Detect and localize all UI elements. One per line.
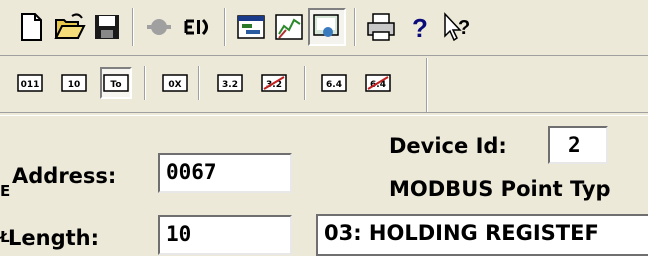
print-icon [367,13,395,41]
svg-text:?: ? [412,13,428,43]
device-id-label: Device Id: [389,134,507,158]
context-help-icon: ? [444,12,470,42]
address-field[interactable]: 0067 [158,153,292,193]
format-button-8[interactable]: 6.4 [362,67,394,99]
svg-text:3.2: 3.2 [266,80,282,90]
length-label: Length: [8,226,99,250]
properties-icon [237,15,265,39]
help-icon: ? [412,13,428,43]
svg-text:3.2: 3.2 [222,80,238,90]
binary-format-icon: 011 [17,74,43,92]
format-button-7[interactable]: 6.4 [318,67,350,99]
connect-icon [184,18,208,36]
format-button-4[interactable]: 0X [159,67,191,99]
format-button-1[interactable]: 011 [14,67,46,99]
decimal-format-icon: 10 [61,74,87,92]
new-button[interactable] [12,8,50,46]
svg-text:10: 10 [68,80,81,90]
disconnect-button[interactable] [140,8,178,46]
properties-button[interactable] [232,8,270,46]
open-folder-icon [54,13,86,39]
float-format-icon: 3.2 [217,74,243,92]
svg-text:To: To [110,80,121,90]
length-field[interactable]: 10 [158,215,292,255]
monitor-button[interactable] [308,8,346,46]
svg-text:6.4: 6.4 [326,80,342,90]
disconnect-icon [147,19,171,35]
save-button[interactable] [88,8,126,46]
hex-format-icon: 0X [162,74,188,92]
main-toolbar: ? ? [0,0,648,54]
format-button-6[interactable]: 3.2 [258,67,290,99]
double-swapped-format-icon: 6.4 [365,74,391,92]
chart-button[interactable] [270,8,308,46]
double-format-icon: 6.4 [321,74,347,92]
address-label: Address: [12,164,117,188]
svg-text:?: ? [458,17,470,39]
unsigned-format-icon: To [103,74,129,92]
float-swapped-format-icon: 3.2 [261,74,287,92]
svg-text:6.4: 6.4 [370,80,386,90]
svg-text:0X: 0X [168,80,181,90]
format-button-2[interactable]: 10 [58,67,90,99]
point-type-label: MODBUS Point Typ [389,177,611,201]
save-disk-icon [95,15,119,39]
context-help-button[interactable]: ? [438,8,476,46]
new-document-icon [21,13,42,41]
svg-text:011: 011 [21,80,40,90]
connect-button[interactable] [178,8,216,46]
format-button-3[interactable]: To [100,67,132,99]
monitor-icon [313,14,339,37]
clipped-label-top: E [0,182,11,200]
device-id-field[interactable]: 2 [548,126,608,164]
format-button-5[interactable]: 3.2 [214,67,246,99]
help-button[interactable]: ? [400,8,438,46]
open-button[interactable] [50,8,88,46]
point-type-select[interactable]: 03: HOLDING REGISTEF [316,214,648,256]
print-button[interactable] [362,8,400,46]
chart-tool-icon [275,14,303,40]
